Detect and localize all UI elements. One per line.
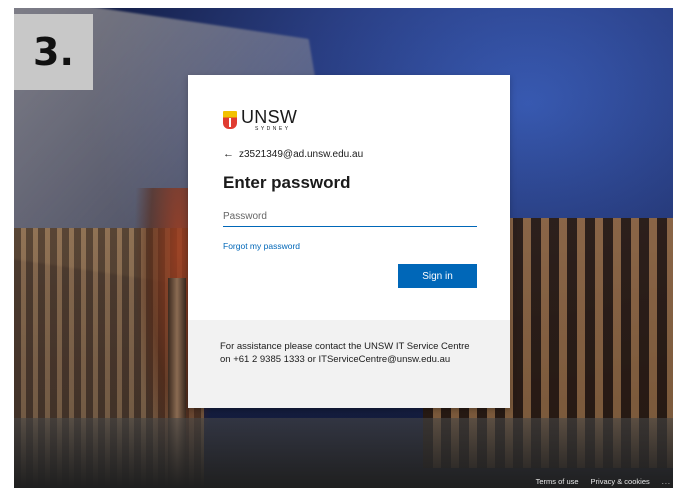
- logo-text: UNSW SYDNEY: [241, 108, 297, 132]
- unsw-crest-icon: [223, 111, 237, 129]
- logo-wordmark: UNSW: [241, 107, 298, 127]
- more-options-icon[interactable]: ...: [662, 477, 671, 486]
- signin-card: UNSW SYDNEY ← z3521349@ad.unsw.edu.au En…: [188, 75, 510, 408]
- unsw-logo: UNSW SYDNEY: [223, 108, 297, 132]
- terms-of-use-link[interactable]: Terms of use: [536, 477, 579, 486]
- account-row: ← z3521349@ad.unsw.edu.au: [223, 148, 363, 160]
- privacy-cookies-link[interactable]: Privacy & cookies: [591, 477, 650, 486]
- step-badge: 3.: [14, 14, 93, 90]
- logo-subtitle: SYDNEY: [255, 126, 291, 132]
- account-email: z3521349@ad.unsw.edu.au: [239, 148, 364, 160]
- assistance-panel: For assistance please contact the UNSW I…: [188, 320, 510, 408]
- page-footer: Terms of use Privacy & cookies ...: [536, 474, 673, 488]
- sign-in-button[interactable]: Sign in: [398, 264, 477, 288]
- password-input[interactable]: [223, 206, 477, 227]
- signin-form-area: UNSW SYDNEY ← z3521349@ad.unsw.edu.au En…: [188, 75, 510, 320]
- step-number: 3.: [33, 30, 74, 74]
- assistance-text: For assistance please contact the UNSW I…: [220, 341, 470, 365]
- forgot-password-link[interactable]: Forgot my password: [223, 241, 300, 251]
- page-title: Enter password: [223, 173, 351, 192]
- back-arrow-icon[interactable]: ←: [223, 148, 234, 160]
